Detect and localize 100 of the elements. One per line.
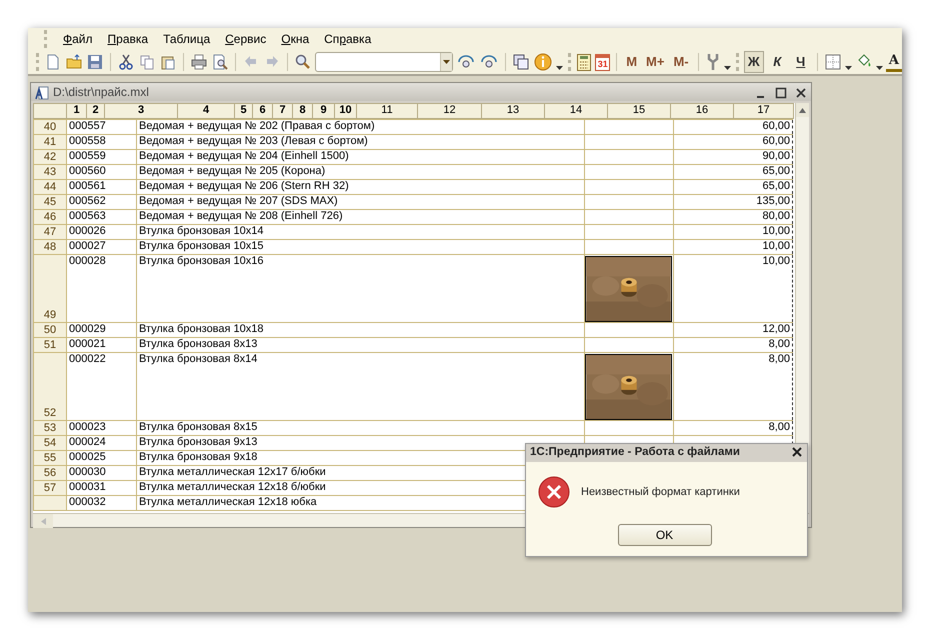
table-cell: 8,00 — [674, 338, 792, 352]
table-cell: 000557 — [66, 120, 136, 134]
scroll-up-icon[interactable] — [796, 103, 809, 117]
column-header[interactable]: 5 — [234, 104, 252, 118]
calendar-button[interactable]: 31 — [595, 54, 610, 70]
column-header[interactable]: 17 — [734, 104, 794, 118]
table-cell: Ведомая + ведущая № 203 (Левая с бортом) — [136, 134, 584, 150]
table-cell: 000031 — [66, 480, 136, 496]
table-cell: Втулка бронзовая 8x14 — [136, 352, 584, 420]
table-cell: 000559 — [66, 150, 136, 164]
format-button[interactable]: Ч — [790, 51, 811, 73]
column-header[interactable]: 9 — [312, 104, 334, 118]
row-number: 46 — [34, 210, 66, 224]
row-number: 41 — [34, 134, 66, 150]
row-number: 44 — [34, 180, 66, 194]
table-cell: Ведомая + ведущая № 207 (SDS MAX) — [136, 194, 584, 210]
text-color-button[interactable]: A — [886, 52, 902, 72]
format-button[interactable]: Ж — [744, 51, 764, 73]
table-cell: 135,00 — [674, 194, 792, 210]
column-header[interactable]: 1 — [66, 104, 86, 118]
column-header[interactable]: 12 — [418, 104, 482, 118]
printer-icon[interactable] — [190, 52, 208, 72]
table-cell: 60,00 — [674, 134, 792, 150]
row-number: 48 — [34, 240, 66, 254]
error-icon — [538, 476, 570, 508]
table-cell: 60,00 — [674, 120, 792, 134]
row-number: 51 — [34, 338, 66, 352]
save-icon[interactable] — [86, 52, 104, 72]
ok-button[interactable]: OK — [618, 524, 712, 546]
table-cell: Ведомая + ведущая № 208 (Einhell 726) — [136, 210, 584, 224]
table-cell: 90,00 — [674, 150, 792, 164]
column-header[interactable]: 2 — [86, 104, 104, 118]
menu-item[interactable]: Справка — [323, 29, 372, 49]
menu-item[interactable]: Окна — [280, 29, 310, 49]
row-number: 45 — [34, 194, 66, 210]
row-number: 40 — [34, 120, 66, 134]
table-cell: Втулка бронзовая 10x15 — [136, 240, 584, 254]
column-header[interactable]: 6 — [252, 104, 272, 118]
table-cell: 000023 — [66, 420, 136, 436]
table-cell: 000022 — [66, 352, 136, 420]
row-number: 54 — [34, 436, 66, 450]
table-cell: 000558 — [66, 134, 136, 150]
table-cell: 000027 — [66, 240, 136, 254]
table-cell: 65,00 — [674, 164, 792, 180]
table-cell: Втулка бронзовая 10x16 — [136, 254, 584, 322]
table-cell: 10,00 — [674, 224, 792, 240]
row-number: 50 — [34, 322, 66, 338]
memory-button[interactable]: M- — [670, 52, 692, 72]
table-cell: 000029 — [66, 322, 136, 338]
borders-icon[interactable] — [824, 52, 842, 72]
table-cell: Втулка бронзовая 8x13 — [136, 338, 584, 352]
table-cell: 000021 — [66, 338, 136, 352]
table-cell: Ведомая + ведущая № 206 (Stern RH 32) — [136, 180, 584, 194]
column-header[interactable]: 13 — [482, 104, 544, 118]
memory-button[interactable]: M — [623, 52, 640, 72]
row-number: 49 — [34, 254, 66, 322]
corner-cell — [34, 104, 66, 118]
calculator-icon[interactable] — [576, 52, 592, 72]
table-cell: 000562 — [66, 194, 136, 210]
table-cell: 000024 — [66, 436, 136, 450]
table-cell: 000030 — [66, 466, 136, 480]
print-preview-icon[interactable] — [210, 52, 229, 72]
row-number: 56 — [34, 466, 66, 480]
row-number: 43 — [34, 164, 66, 180]
row-number: 53 — [34, 420, 66, 436]
menu-item[interactable]: Правка — [106, 29, 150, 49]
menu-item[interactable]: Файл — [62, 29, 94, 49]
table-cell: 10,00 — [674, 240, 792, 254]
search-field[interactable] — [314, 52, 454, 72]
column-header[interactable]: 3 — [104, 104, 178, 118]
row-number: 42 — [34, 150, 66, 164]
table-cell: 80,00 — [674, 210, 792, 224]
row-number: 47 — [34, 224, 66, 240]
column-header[interactable]: 16 — [670, 104, 734, 118]
table-cell: 000028 — [66, 254, 136, 322]
column-header[interactable]: 7 — [272, 104, 292, 118]
column-header[interactable]: 14 — [544, 104, 608, 118]
table-cell: 8,00 — [674, 420, 792, 436]
table-cell: Ведомая + ведущая № 202 (Правая с бортом) — [136, 120, 584, 134]
table-cell: Втулка бронзовая 10x14 — [136, 224, 584, 240]
memory-button[interactable]: M+ — [643, 52, 668, 72]
column-header[interactable]: 4 — [178, 104, 234, 118]
table-cell: Втулка бронзовая 8x15 — [136, 420, 584, 436]
windows-icon[interactable] — [512, 52, 530, 72]
column-header[interactable]: 15 — [608, 104, 670, 118]
table-cell: 8,00 — [674, 352, 792, 420]
format-button[interactable]: К — [767, 51, 788, 73]
table-cell: 000026 — [66, 224, 136, 240]
table-cell: 000560 — [66, 164, 136, 180]
info-icon[interactable] — [533, 52, 554, 72]
menu-item[interactable]: Таблица — [162, 29, 212, 49]
row-number: 52 — [34, 352, 66, 420]
table-cell: Ведомая + ведущая № 204 (Einhell 1500) — [136, 150, 584, 164]
table-cell: Ведомая + ведущая № 205 (Корона) — [136, 164, 584, 180]
column-header[interactable]: 10 — [334, 104, 356, 118]
scissors-icon[interactable] — [116, 52, 135, 72]
menu-item[interactable]: Сервис — [224, 29, 268, 49]
column-header[interactable]: 11 — [356, 104, 418, 118]
row-number: 57 — [34, 480, 66, 496]
column-header[interactable]: 8 — [292, 104, 312, 118]
